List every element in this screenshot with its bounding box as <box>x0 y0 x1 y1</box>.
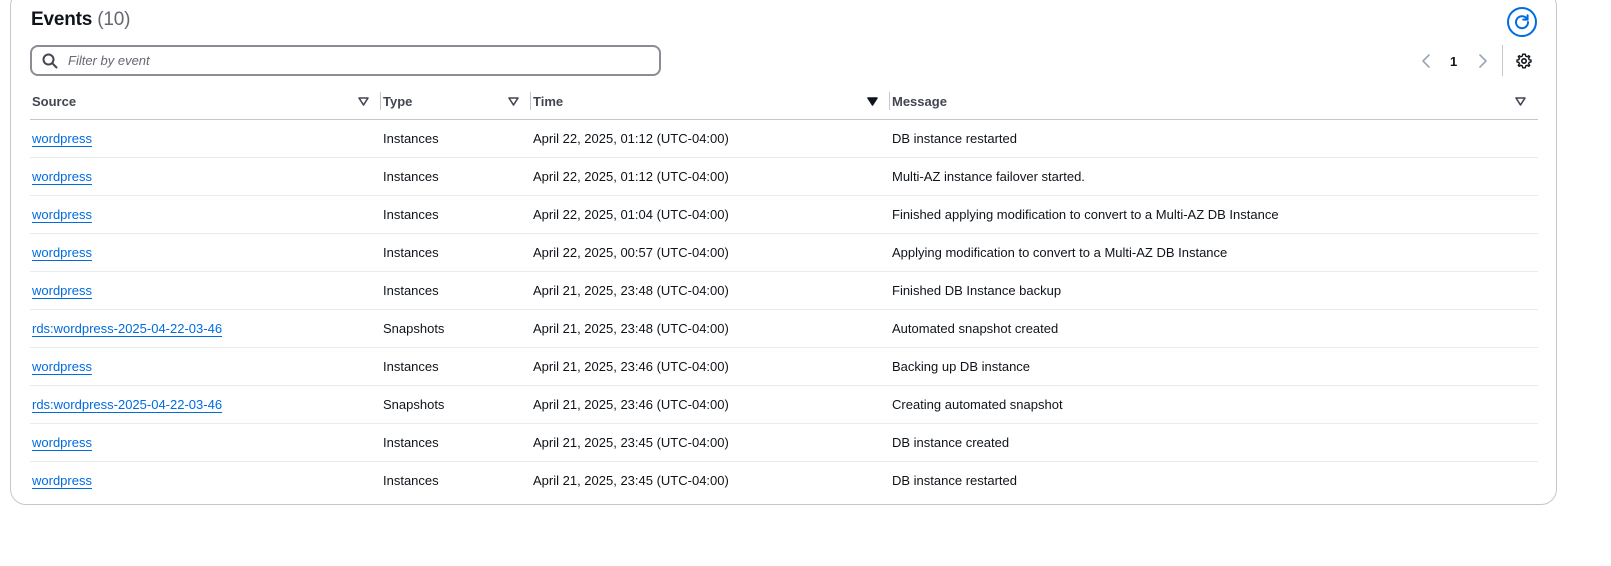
cell-source: wordpress <box>30 119 381 158</box>
cell-time: April 21, 2025, 23:46 (UTC-04:00) <box>531 385 890 424</box>
cell-message: Multi-AZ instance failover started. <box>890 157 1538 196</box>
cell-time: April 21, 2025, 23:45 (UTC-04:00) <box>531 423 890 462</box>
cell-source: wordpress <box>30 195 381 234</box>
cell-source: wordpress <box>30 157 381 196</box>
cell-message: Finished DB Instance backup <box>890 271 1538 310</box>
cell-message: Backing up DB instance <box>890 347 1538 386</box>
cell-type: Instances <box>381 157 531 196</box>
gear-icon <box>1516 53 1532 69</box>
sort-caret-icon <box>1514 95 1526 107</box>
column-header-message[interactable]: Message <box>890 83 1538 120</box>
cell-message: Applying modification to convert to a Mu… <box>890 233 1538 272</box>
source-link[interactable]: wordpress <box>32 359 92 374</box>
pager-divider <box>1502 45 1503 76</box>
cell-source: rds:wordpress-2025-04-22-03-46 <box>30 309 381 348</box>
cell-type: Snapshots <box>381 385 531 424</box>
table-row: wordpress Instances April 21, 2025, 23:4… <box>30 462 1538 500</box>
cell-source: wordpress <box>30 423 381 462</box>
events-table: Source Type Time Message wordpress Insta… <box>30 83 1538 499</box>
column-header-source[interactable]: Source <box>30 83 381 120</box>
sort-descending-icon <box>866 95 878 107</box>
previous-page-button[interactable] <box>1421 48 1439 74</box>
page-title: Events (10) <box>31 9 130 31</box>
next-page-button[interactable] <box>1476 48 1494 74</box>
cell-message: DB instance created <box>890 423 1538 462</box>
cell-message: Creating automated snapshot <box>890 385 1538 424</box>
events-count: (10) <box>97 9 131 30</box>
table-row: rds:wordpress-2025-04-22-03-46 Snapshots… <box>30 385 1538 424</box>
cell-time: April 21, 2025, 23:46 (UTC-04:00) <box>531 347 890 386</box>
source-link[interactable]: wordpress <box>32 245 92 260</box>
search-icon <box>42 53 58 69</box>
chevron-left-icon <box>1422 54 1430 68</box>
cell-type: Instances <box>381 423 531 462</box>
current-page-number[interactable]: 1 <box>1450 48 1457 74</box>
cell-type: Instances <box>381 119 531 158</box>
cell-type: Instances <box>383 473 439 488</box>
column-header-type[interactable]: Type <box>381 83 531 120</box>
cell-type: Instances <box>381 195 531 234</box>
cell-source: wordpress <box>30 347 381 386</box>
column-header-label: Message <box>892 93 947 109</box>
cell-time: April 21, 2025, 23:45 (UTC-04:00) <box>533 473 729 488</box>
cell-time: April 22, 2025, 01:04 (UTC-04:00) <box>531 195 890 234</box>
source-link[interactable]: rds:wordpress-2025-04-22-03-46 <box>32 321 222 336</box>
cell-message: Finished applying modification to conver… <box>890 195 1538 234</box>
column-header-label: Source <box>32 93 77 109</box>
table-row: wordpress Instances April 21, 2025, 23:4… <box>30 347 1538 386</box>
cell-time: April 22, 2025, 01:12 (UTC-04:00) <box>531 157 890 196</box>
table-row: wordpress Instances April 22, 2025, 01:1… <box>30 119 1538 158</box>
source-link[interactable]: wordpress <box>32 473 92 488</box>
cell-message: DB instance restarted <box>890 119 1538 158</box>
cell-type: Snapshots <box>381 309 531 348</box>
cell-source: rds:wordpress-2025-04-22-03-46 <box>30 385 381 424</box>
preferences-button[interactable] <box>1515 52 1533 70</box>
source-link[interactable]: wordpress <box>32 169 92 184</box>
cell-time: April 21, 2025, 23:48 (UTC-04:00) <box>531 309 890 348</box>
search-input[interactable] <box>66 52 630 69</box>
source-link[interactable]: rds:wordpress-2025-04-22-03-46 <box>32 397 222 412</box>
chevron-right-icon <box>1479 54 1487 68</box>
refresh-icon <box>1515 14 1530 30</box>
table-row: wordpress Instances April 22, 2025, 00:5… <box>30 233 1538 272</box>
cell-message: DB instance restarted <box>892 473 1018 488</box>
title-text: Events <box>31 9 93 30</box>
source-link[interactable]: wordpress <box>32 435 92 450</box>
table-row: wordpress Instances April 21, 2025, 23:4… <box>30 271 1538 310</box>
source-link[interactable]: wordpress <box>32 131 92 146</box>
sort-caret-icon <box>357 95 369 107</box>
column-header-label: Type <box>383 93 413 109</box>
cell-type: Instances <box>381 271 531 310</box>
cell-time: April 21, 2025, 23:48 (UTC-04:00) <box>531 271 890 310</box>
column-header-time[interactable]: Time <box>531 83 890 120</box>
table-row: wordpress Instances April 22, 2025, 01:1… <box>30 157 1538 196</box>
table-row: wordpress Instances April 21, 2025, 23:4… <box>30 423 1538 462</box>
source-link[interactable]: wordpress <box>32 283 92 298</box>
cell-source: wordpress <box>30 462 381 500</box>
search-field[interactable] <box>30 45 661 76</box>
column-header-label: Time <box>533 93 564 109</box>
cell-source: wordpress <box>30 271 381 310</box>
table-header-row: Source Type Time Message <box>30 83 1538 120</box>
table-row: wordpress Instances April 22, 2025, 01:0… <box>30 195 1538 234</box>
refresh-button[interactable] <box>1507 7 1537 37</box>
cell-type: Instances <box>381 233 531 272</box>
cell-time: April 22, 2025, 00:57 (UTC-04:00) <box>531 233 890 272</box>
cell-type: Instances <box>381 347 531 386</box>
cell-time: April 22, 2025, 01:12 (UTC-04:00) <box>531 119 890 158</box>
cell-source: wordpress <box>30 233 381 272</box>
source-link[interactable]: wordpress <box>32 207 92 222</box>
cell-message: Automated snapshot created <box>890 309 1538 348</box>
table-row: rds:wordpress-2025-04-22-03-46 Snapshots… <box>30 309 1538 348</box>
sort-caret-icon <box>507 95 519 107</box>
